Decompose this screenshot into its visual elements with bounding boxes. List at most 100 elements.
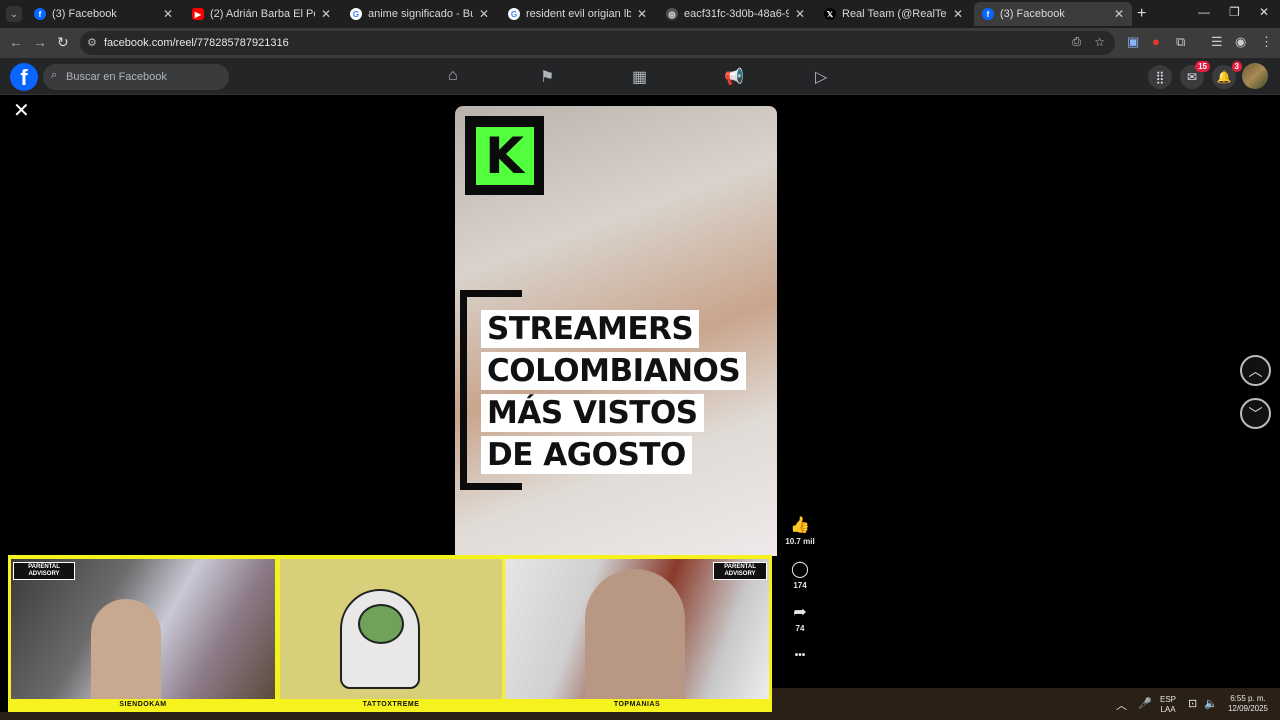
streamer-figure bbox=[91, 599, 161, 699]
messenger-icon[interactable]: ✉ 15 bbox=[1180, 61, 1210, 89]
browser-menu-icon[interactable]: ⋮ bbox=[1260, 34, 1273, 50]
comment-bubble-icon: ◯ bbox=[791, 561, 809, 578]
close-icon[interactable]: ✕ bbox=[953, 7, 963, 21]
minimize-icon[interactable]: — bbox=[1198, 5, 1210, 19]
reload-icon[interactable]: ↻ bbox=[57, 34, 69, 51]
extensions-puzzle-icon[interactable]: ⧉ bbox=[1176, 34, 1185, 50]
tab-uuid-page[interactable]: ◎ eacf31fc-3d0b-48a6-943d-0b6 ✕ bbox=[658, 2, 813, 26]
title-line-3: MÁS VISTOS bbox=[481, 394, 704, 432]
close-icon[interactable]: ✕ bbox=[321, 7, 331, 21]
tab-google-resident-evil[interactable]: G resident evil origian lbiohazard ✕ bbox=[500, 2, 655, 26]
search-icon: ⌕ bbox=[51, 69, 58, 81]
title-line-4: DE AGOSTO bbox=[481, 436, 692, 474]
home-icon[interactable]: ⌂ bbox=[448, 67, 458, 85]
extension-red-icon[interactable]: ● bbox=[1152, 34, 1160, 49]
pages-flag-icon[interactable]: ⚑ bbox=[540, 67, 554, 87]
notifications-badge: 3 bbox=[1231, 61, 1242, 72]
tab-x-realteam[interactable]: 𝕏 Real Team (@RealTeamCol) / X ✕ bbox=[816, 2, 971, 26]
title-line-2: COLOMBIANOS bbox=[481, 352, 747, 390]
comment-button[interactable]: ◯ 174 bbox=[780, 561, 820, 590]
stream-cams-panel: PARENTAL ADVISORY SIENDOKAM TATTOXTREME … bbox=[8, 555, 772, 714]
new-tab-button[interactable]: + bbox=[1137, 5, 1146, 23]
taskbar-left-strip bbox=[0, 712, 772, 720]
parental-advisory-label: PARENTAL ADVISORY bbox=[713, 562, 767, 580]
windows-taskbar: ︿ 🎤 ESP LAA ⊡ 🔈 6:55 p. m. 12/09/2025 bbox=[772, 688, 1280, 720]
parental-advisory-label: PARENTAL ADVISORY bbox=[13, 562, 75, 580]
more-dots-icon: ••• bbox=[794, 650, 806, 661]
tab-google-anime[interactable]: G anime significado - Buscar con ✕ bbox=[342, 2, 497, 26]
more-options-button[interactable]: ••• bbox=[780, 648, 820, 661]
cam-topmanias: PARENTAL ADVISORY bbox=[505, 559, 769, 699]
apps-menu-icon[interactable]: ⣿ bbox=[1148, 65, 1172, 89]
share-count: 74 bbox=[795, 624, 805, 633]
facebook-header: f ⌕ Buscar en Facebook ⌂ ⚑ ▦ 📢 ▷ ⣿ ✉ 15 … bbox=[0, 58, 1280, 95]
volume-icon[interactable]: 🔈 bbox=[1204, 697, 1218, 710]
network-icon[interactable]: ⊡ bbox=[1188, 697, 1197, 710]
cam-label-tattoxtreme: TATTOXTREME bbox=[362, 701, 420, 708]
google-icon: G bbox=[508, 8, 520, 20]
previous-reel-button[interactable]: ︿ bbox=[1240, 355, 1271, 386]
comment-count: 174 bbox=[793, 581, 807, 590]
show-hidden-icons-icon[interactable]: ︿ bbox=[1116, 697, 1127, 713]
address-toolbar: ← → ↻ ⚙ facebook.com/reel/77828578792131… bbox=[0, 28, 1280, 58]
tab-facebook-1[interactable]: f (3) Facebook ✕ bbox=[26, 2, 181, 26]
language-code: ESP bbox=[1159, 695, 1176, 704]
window-close-icon[interactable]: ✕ bbox=[1259, 5, 1269, 19]
chevron-up-icon: ︿ bbox=[1248, 362, 1263, 379]
facebook-search-input[interactable]: ⌕ Buscar en Facebook bbox=[43, 64, 229, 90]
facebook-logo-icon[interactable]: f bbox=[10, 63, 38, 91]
tab-search-menu-icon[interactable]: ⌄ bbox=[6, 6, 22, 22]
install-app-icon[interactable]: ⎙ bbox=[1072, 36, 1081, 49]
globe-icon: ◎ bbox=[666, 8, 678, 20]
tab-facebook-active[interactable]: f (3) Facebook ✕ bbox=[974, 2, 1132, 26]
cam-label-siendokam: SIENDOKAM bbox=[119, 701, 167, 708]
translate-extension-icon[interactable]: ▣ bbox=[1127, 34, 1139, 50]
pepe-frog-illustration bbox=[358, 604, 404, 644]
close-icon[interactable]: ✕ bbox=[479, 7, 489, 21]
language-indicator[interactable]: ESP LAA bbox=[1158, 695, 1178, 715]
avatar[interactable] bbox=[1242, 63, 1268, 89]
clock-time: 6:55 p. m. bbox=[1230, 694, 1266, 703]
site-info-icon[interactable]: ⚙ bbox=[87, 36, 97, 49]
facebook-icon: f bbox=[982, 8, 994, 20]
reel-video[interactable]: K STREAMERS COLOMBIANOS MÁS VISTOS DE AG… bbox=[455, 106, 777, 556]
bookmark-star-icon[interactable]: ☆ bbox=[1094, 35, 1105, 49]
x-icon: 𝕏 bbox=[824, 8, 836, 20]
keyboard-layout: LAA bbox=[1160, 705, 1176, 714]
microphone-icon[interactable]: 🎤 bbox=[1138, 697, 1152, 710]
clock[interactable]: 6:55 p. m. 12/09/2025 bbox=[1222, 694, 1274, 714]
close-icon[interactable]: ✕ bbox=[1114, 7, 1124, 21]
thumbs-up-icon: 👍 bbox=[790, 517, 810, 534]
youtube-icon: ▶ bbox=[192, 8, 204, 20]
next-reel-button[interactable]: ﹀ bbox=[1240, 398, 1271, 429]
cam-label-topmanias: TOPMANIAS bbox=[613, 701, 661, 708]
chevron-down-icon: ﹀ bbox=[1248, 405, 1263, 422]
profile-icon[interactable]: ◉ bbox=[1235, 34, 1246, 50]
close-icon[interactable]: ✕ bbox=[163, 7, 173, 21]
url-bar[interactable]: ⚙ facebook.com/reel/778285787921316 ⎙ ☆ bbox=[80, 31, 1115, 55]
close-icon[interactable]: ✕ bbox=[637, 7, 647, 21]
clock-date: 12/09/2025 bbox=[1227, 704, 1269, 713]
title-line-1: STREAMERS bbox=[481, 310, 700, 348]
kick-letter: K bbox=[475, 126, 534, 185]
dashboard-icon[interactable]: ▦ bbox=[632, 67, 647, 87]
reading-list-icon[interactable]: ☰ bbox=[1211, 34, 1223, 50]
messenger-badge: 15 bbox=[1195, 61, 1210, 72]
advertising-megaphone-icon[interactable]: 📢 bbox=[724, 67, 744, 87]
like-button[interactable]: 👍 10.7 mil bbox=[780, 517, 820, 546]
kick-logo: K bbox=[465, 116, 544, 195]
google-icon: G bbox=[350, 8, 362, 20]
search-placeholder: Buscar en Facebook bbox=[66, 71, 167, 83]
notifications-bell-icon[interactable]: 🔔 3 bbox=[1212, 61, 1242, 89]
close-icon[interactable]: ✕ bbox=[795, 7, 805, 21]
back-icon[interactable]: ← bbox=[9, 34, 23, 50]
video-icon[interactable]: ▷ bbox=[815, 67, 827, 87]
tab-youtube[interactable]: ▶ (2) Adrián Barba El Poder Nuest ✕ bbox=[184, 2, 339, 26]
facebook-icon: f bbox=[34, 8, 46, 20]
restore-icon[interactable]: ❐ bbox=[1229, 5, 1240, 19]
close-reel-icon[interactable]: ✕ bbox=[13, 98, 30, 123]
share-arrow-icon: ➦ bbox=[793, 604, 807, 621]
cam-tattoxtreme bbox=[280, 559, 502, 699]
forward-icon[interactable]: → bbox=[33, 34, 47, 50]
share-button[interactable]: ➦ 74 bbox=[780, 604, 820, 633]
